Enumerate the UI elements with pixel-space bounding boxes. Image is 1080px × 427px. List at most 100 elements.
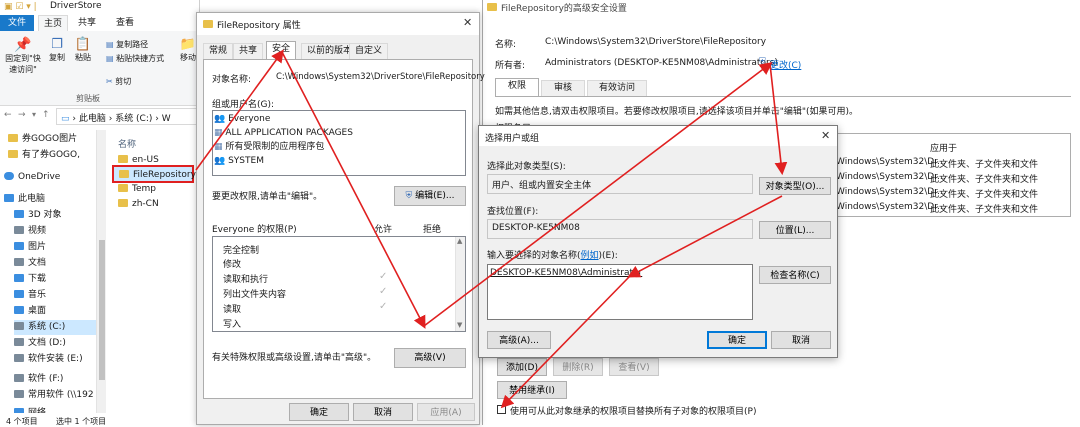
tab-general[interactable]: 常规 bbox=[203, 43, 234, 59]
nav-scrollbar[interactable] bbox=[96, 130, 106, 413]
adv-name-label: 名称: bbox=[495, 40, 517, 50]
nav-item[interactable]: 文档 (D:) bbox=[14, 336, 66, 351]
remove-button[interactable]: 删除(R) bbox=[553, 358, 603, 376]
view-button[interactable]: 查看(V) bbox=[609, 358, 659, 376]
nav-item[interactable]: 桌面 bbox=[14, 304, 46, 319]
check-names-button[interactable]: 检查名称(C) bbox=[759, 266, 831, 284]
quick-access-icons[interactable]: ▣ ☑ ▾ | bbox=[4, 2, 37, 12]
recent-chevron-icon[interactable]: ▾ bbox=[32, 110, 36, 119]
select-advanced-button[interactable]: 高级(A)... bbox=[487, 331, 551, 349]
cancel-button[interactable]: 取消 bbox=[353, 403, 413, 421]
download-icon bbox=[14, 274, 24, 282]
enter-names-label: 输入要选择的对象名称(例如)(E): bbox=[487, 251, 618, 261]
paste-shortcut-icon: ▤ bbox=[106, 54, 117, 63]
paste-button[interactable]: 📋 粘贴 bbox=[70, 37, 96, 63]
breadcrumb-item[interactable]: 此电脑 bbox=[79, 114, 106, 124]
nav-item[interactable]: 3D 对象 bbox=[14, 208, 62, 223]
tab-file[interactable]: 文件 bbox=[0, 15, 34, 31]
apply-button[interactable]: 应用(A) bbox=[417, 403, 475, 421]
shield-icon: ⛨ bbox=[759, 57, 766, 67]
nav-item[interactable]: 有了券GOGO, bbox=[8, 148, 80, 163]
tab-effective-access[interactable]: 有效访问 bbox=[587, 80, 647, 96]
list-item-selected[interactable]: 👥 Everyone bbox=[214, 113, 464, 126]
users-icon: 👥 bbox=[214, 114, 226, 124]
ok-button[interactable]: 确定 bbox=[289, 403, 349, 421]
tab-sharing[interactable]: 共享 bbox=[233, 43, 264, 59]
file-item-selected[interactable]: FileRepository bbox=[112, 165, 196, 183]
copy-path-button[interactable]: ▤ 复制路径 bbox=[106, 39, 148, 50]
explorer-title: DriverStore bbox=[50, 1, 102, 11]
column-header-name[interactable]: 名称 bbox=[118, 137, 136, 150]
file-item[interactable]: zh-CN bbox=[118, 199, 159, 209]
add-button[interactable]: 添加(D) bbox=[497, 358, 547, 376]
nav-item[interactable]: 图片 bbox=[14, 240, 46, 255]
cube-icon bbox=[14, 210, 24, 218]
select-cancel-button[interactable]: 取消 bbox=[771, 331, 831, 349]
tab-security[interactable]: 安全 bbox=[266, 41, 297, 59]
video-icon bbox=[14, 226, 24, 234]
tab-customize[interactable]: 自定义 bbox=[349, 43, 389, 59]
shield-icon: ⛨ bbox=[405, 191, 413, 201]
advanced-button[interactable]: 高级(V) bbox=[394, 348, 466, 368]
perm-name: 读取 bbox=[223, 305, 242, 315]
adv-tab-divider bbox=[495, 96, 1071, 97]
scroll-up-icon[interactable]: ▲ bbox=[457, 237, 462, 245]
nav-item[interactable]: 网络 bbox=[14, 406, 46, 413]
nav-item[interactable]: 软件 (F:) bbox=[14, 372, 63, 387]
file-item[interactable]: Temp bbox=[118, 184, 156, 194]
tab-home[interactable]: 主页 bbox=[38, 15, 68, 31]
permissions-title: Everyone 的权限(P) bbox=[212, 225, 297, 235]
disable-inheritance-button[interactable]: 禁用继承(I) bbox=[497, 381, 567, 399]
up-arrow-icon[interactable]: ↑ bbox=[42, 110, 50, 120]
drive-icon bbox=[14, 354, 24, 362]
close-icon[interactable]: ✕ bbox=[463, 16, 472, 29]
permissions-scrollbar[interactable]: ▲ ▼ bbox=[455, 237, 465, 331]
nav-item[interactable]: 券GOGO图片 bbox=[8, 132, 77, 147]
permissions-list[interactable]: 完全控制 修改 读取和执行 列出文件夹内容 读取 写入 ✓ ✓ ✓ ✓ ✓ ✓ … bbox=[212, 236, 466, 332]
pin-button[interactable]: 📌 固定到"快速访问" bbox=[2, 37, 44, 75]
nav-item[interactable]: 软件安装 (E:) bbox=[14, 352, 83, 367]
change-owner-link[interactable]: 更改(C) bbox=[770, 58, 801, 71]
select-ok-button[interactable]: 确定 bbox=[707, 331, 767, 349]
close-icon[interactable]: ✕ bbox=[821, 129, 830, 142]
nav-item[interactable]: 文档 bbox=[14, 256, 46, 271]
tab-permissions[interactable]: 权限 bbox=[495, 78, 539, 96]
allow-check-icon: ✓ bbox=[379, 286, 388, 297]
paste-shortcut-button[interactable]: ▤ 粘贴快捷方式 bbox=[106, 53, 164, 64]
list-item[interactable]: ▦ ALL APPLICATION PACKAGES bbox=[214, 127, 353, 140]
nav-item[interactable]: 音乐 bbox=[14, 288, 46, 303]
users-icon: 👥 bbox=[214, 156, 226, 166]
groups-list[interactable]: 👥 Everyone ▦ ALL APPLICATION PACKAGES ▦ … bbox=[212, 110, 466, 176]
forward-arrow-icon[interactable]: → bbox=[18, 110, 26, 120]
breadcrumb-item[interactable]: 系统 (C:) bbox=[115, 114, 152, 124]
tab-auditing[interactable]: 审核 bbox=[541, 80, 585, 96]
nav-item[interactable]: 视频 bbox=[14, 224, 46, 239]
nav-item[interactable]: OneDrive bbox=[4, 170, 60, 185]
list-item[interactable]: 👥 SYSTEM bbox=[214, 155, 264, 168]
copy-button[interactable]: ❐ 复制 bbox=[44, 37, 70, 63]
scroll-down-icon[interactable]: ▼ bbox=[457, 321, 462, 329]
edit-button[interactable]: ⛨ 编辑(E)... bbox=[394, 186, 466, 206]
back-arrow-icon[interactable]: ← bbox=[4, 110, 12, 120]
object-types-button[interactable]: 对象类型(O)... bbox=[759, 177, 831, 195]
list-item[interactable]: ▦ 所有受限制的应用程序包 bbox=[214, 141, 324, 154]
object-names-input[interactable]: DESKTOP-KE5NM08\Administrator bbox=[487, 264, 753, 320]
nav-item[interactable]: 此电脑 bbox=[4, 192, 45, 207]
tab-view[interactable]: 查看 bbox=[116, 15, 134, 31]
nav-scroll-thumb[interactable] bbox=[99, 240, 105, 380]
nav-item-selected[interactable]: 系统 (C:) bbox=[14, 320, 104, 335]
properties-window: FileRepository 属性 ✕ 常规 共享 安全 以前的版本 自定义 对… bbox=[196, 12, 485, 425]
folder-icon bbox=[118, 184, 128, 192]
tab-share[interactable]: 共享 bbox=[78, 15, 96, 31]
security-panel: 对象名称: C:\Windows\System32\DriverStore\Fi… bbox=[203, 59, 485, 399]
examples-link[interactable]: 例如 bbox=[581, 251, 599, 261]
nav-item[interactable]: 常用软件 (\\192 bbox=[14, 388, 94, 403]
file-item[interactable]: en-US bbox=[118, 155, 159, 165]
nav-item[interactable]: 下载 bbox=[14, 272, 46, 287]
replace-child-perms-checkbox[interactable] bbox=[497, 405, 506, 414]
locations-button[interactable]: 位置(L)... bbox=[759, 221, 831, 239]
cut-button[interactable]: ✂ 剪切 bbox=[106, 76, 131, 87]
column-header-apply-to[interactable]: 应用于 bbox=[930, 141, 957, 154]
breadcrumb-item[interactable]: W bbox=[162, 114, 171, 124]
breadcrumb[interactable]: ▭ › 此电脑 › 系统 (C:) › W bbox=[56, 108, 200, 125]
